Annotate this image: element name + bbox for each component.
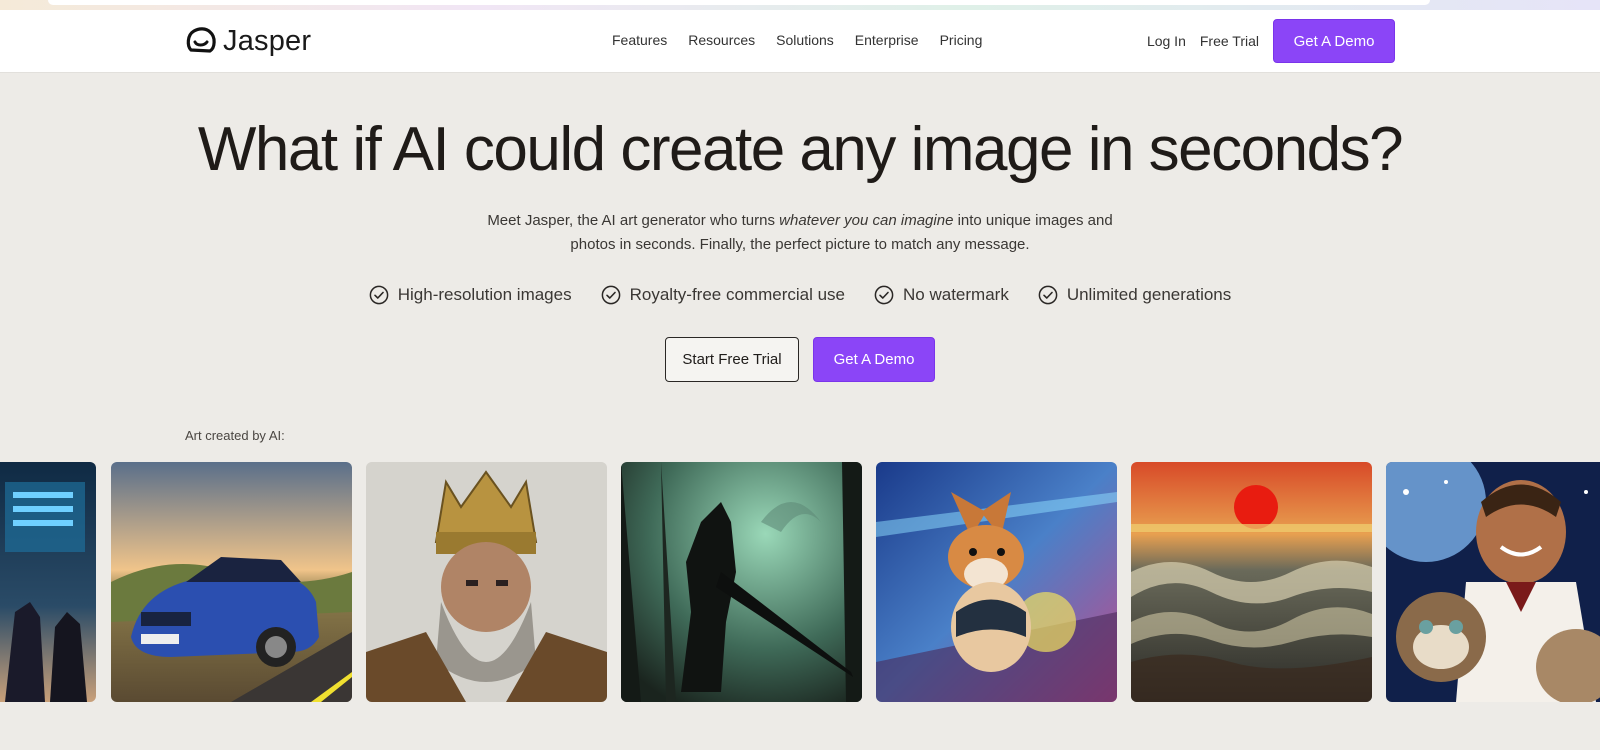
header-demo-button[interactable]: Get A Demo: [1273, 19, 1395, 63]
gallery-image-sunset-waves[interactable]: [1131, 462, 1372, 702]
gallery-image-corgi[interactable]: [876, 462, 1117, 702]
jasper-face-icon: [186, 27, 216, 53]
nav-pricing[interactable]: Pricing: [940, 32, 983, 48]
gallery-image-cyberpunk[interactable]: [0, 462, 96, 702]
gallery-image-king[interactable]: [366, 462, 607, 702]
gallery-label: Art created by AI:: [185, 428, 285, 443]
main-nav: Features Resources Solutions Enterprise …: [612, 32, 982, 48]
feature-item: High-resolution images: [369, 285, 572, 305]
hero-cta-row: Start Free Trial Get A Demo: [0, 337, 1600, 382]
nav-features[interactable]: Features: [612, 32, 667, 48]
hero-subtitle-part-1: Meet Jasper, the AI art generator who tu…: [487, 212, 780, 229]
header-actions: Log In Free Trial Get A Demo: [1147, 19, 1395, 63]
feature-label: Unlimited generations: [1066, 285, 1232, 304]
check-circle-icon: [601, 285, 620, 305]
feature-label: No watermark: [903, 285, 1009, 304]
ai-art-gallery: [0, 462, 1600, 702]
feature-list: High-resolution images Royalty-free comm…: [0, 285, 1600, 305]
check-circle-icon: [874, 285, 894, 305]
nav-enterprise[interactable]: Enterprise: [855, 32, 919, 48]
check-circle-icon: [369, 285, 389, 305]
brand-name: Jasper: [223, 24, 312, 57]
feature-item: Royalty-free commercial use: [601, 285, 845, 305]
gallery-image-dark-creature[interactable]: [621, 462, 862, 702]
hero-subtitle: Meet Jasper, the AI art generator who tu…: [480, 209, 1120, 257]
nav-resources[interactable]: Resources: [688, 32, 755, 48]
feature-item: Unlimited generations: [1038, 285, 1231, 305]
jasper-logo[interactable]: Jasper: [185, 24, 311, 58]
hero-demo-button[interactable]: Get A Demo: [813, 337, 935, 382]
gallery-image-blue-car[interactable]: [111, 462, 352, 702]
site-header: Jasper Features Resources Solutions Ente…: [0, 10, 1600, 73]
start-free-trial-button[interactable]: Start Free Trial: [665, 337, 799, 382]
gallery-image-space-kittens[interactable]: [1386, 462, 1600, 702]
feature-label: Royalty-free commercial use: [629, 285, 846, 304]
check-circle-icon: [1038, 285, 1058, 305]
hero-title: What if AI could create any image in sec…: [197, 115, 1404, 184]
browser-top-strip: [0, 0, 1600, 10]
free-trial-link[interactable]: Free Trial: [1200, 33, 1259, 49]
login-link[interactable]: Log In: [1147, 33, 1186, 49]
hero-subtitle-emphasis: whatever you can imagine: [779, 212, 954, 229]
nav-solutions[interactable]: Solutions: [776, 32, 834, 48]
feature-label: High-resolution images: [397, 285, 572, 304]
feature-item: No watermark: [874, 285, 1009, 305]
